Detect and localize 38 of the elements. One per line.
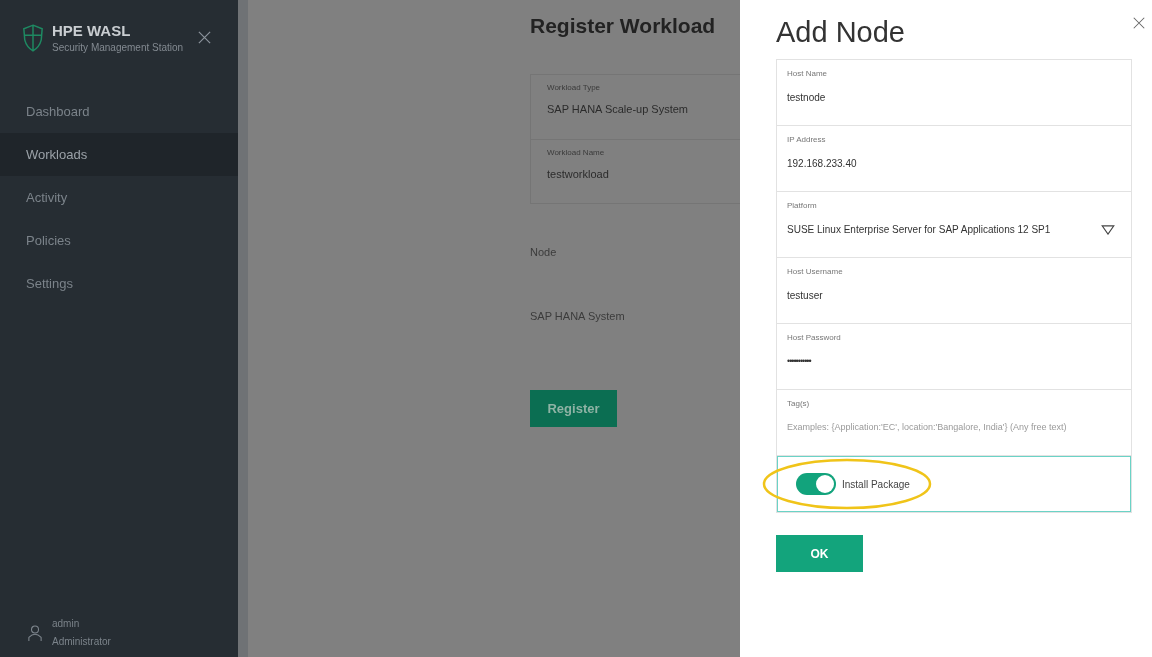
brand-name: HPE WASL: [52, 22, 132, 39]
user-name: admin: [52, 617, 81, 631]
sidebar-item[interactable]: Dashboard: [0, 90, 238, 133]
panel-title: Add Node: [776, 16, 905, 49]
ok-button[interactable]: OK: [776, 535, 863, 572]
field-label: Workload Type: [547, 83, 602, 92]
input-field[interactable]: Examples: {Application:'EC', location:'Bangalore, India'} (Any free text): [787, 422, 1121, 432]
close-icon[interactable]: [197, 30, 213, 45]
section-label: Node: [530, 246, 558, 258]
shield-icon: [22, 22, 44, 53]
user-icon: [28, 623, 42, 643]
password-field[interactable]: •••••••••••: [787, 356, 1121, 366]
sidebar-item[interactable]: Settings: [0, 262, 238, 305]
field-value: testworkload: [547, 168, 610, 180]
field-label: Host Username: [787, 267, 844, 276]
field-label: Host Password: [787, 333, 842, 342]
field-label: Workload Name: [547, 148, 606, 157]
field-value: SAP HANA Scale-up System: [547, 103, 690, 115]
field-label: Tag(s): [787, 399, 811, 408]
section-label: SAP HANA System: [530, 310, 626, 322]
close-icon[interactable]: [1132, 16, 1146, 30]
input-field[interactable]: testuser: [787, 290, 1121, 301]
page-title: Register Workload: [530, 14, 717, 38]
sidebar-item[interactable]: Policies: [0, 219, 238, 262]
field-label: Platform: [787, 201, 818, 210]
toggle-switch[interactable]: [796, 473, 836, 495]
sidebar-item[interactable]: Workloads: [0, 133, 238, 176]
sidebar-item[interactable]: Activity: [0, 176, 238, 219]
brand-subtitle: Security Management Station: [52, 42, 184, 53]
dropdown-icon: [1101, 224, 1115, 235]
toggle-label: Install Package: [842, 478, 910, 490]
register-button[interactable]: Register: [530, 390, 617, 427]
field-label: Host Name: [787, 69, 828, 78]
platform-dropdown[interactable]: SUSE Linux Enterprise Server for SAP Applications 12 SP1: [787, 224, 1121, 235]
input-field[interactable]: 192.168.233.40: [787, 158, 1121, 169]
field-label: IP Address: [787, 135, 827, 144]
user-role: Administrator: [52, 635, 111, 649]
input-field[interactable]: testnode: [787, 92, 1121, 103]
